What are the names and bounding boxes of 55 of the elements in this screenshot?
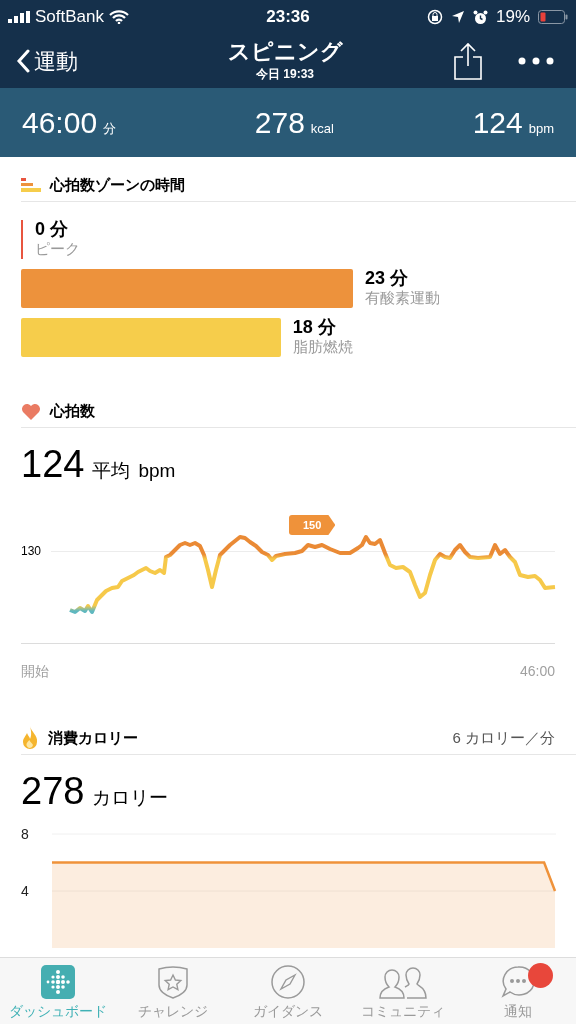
compass-icon	[271, 965, 305, 999]
tab-item[interactable]: ダッシュボード	[0, 958, 116, 1024]
screen-subtitle: 今日 19:33	[256, 66, 314, 83]
zone-name: 有酸素運動	[365, 288, 440, 307]
stat-value: 46:00	[22, 105, 98, 141]
calorie-rate: 6 カロリー／分	[452, 727, 555, 748]
axis-tick-label: 130	[21, 543, 42, 560]
section-title: 心拍数	[50, 400, 95, 421]
stat-unit: bpm	[528, 120, 554, 138]
stat-value: 278	[254, 105, 305, 141]
shield-star-icon	[155, 965, 190, 999]
average-label: 平均	[92, 459, 131, 483]
signal-icon	[8, 11, 30, 23]
back-chevron-icon	[16, 49, 30, 73]
zone-minutes: 18 分	[292, 318, 337, 337]
zone-name: 脂肪燃焼	[292, 337, 353, 356]
battery-percent: 19%	[496, 6, 530, 29]
people-icon	[378, 965, 429, 999]
axis-tick-label: 4	[21, 883, 29, 899]
zone-name: ピーク	[35, 239, 80, 258]
total-calories: 278	[21, 769, 85, 814]
section-title: 心拍数ゾーンの時間	[50, 174, 185, 195]
more-icon[interactable]	[518, 57, 554, 65]
unit-label: カロリー	[92, 786, 169, 810]
heart-icon	[21, 402, 41, 420]
screen-title: スピニング	[227, 39, 343, 65]
axis-end-label: 46:00	[519, 662, 555, 681]
alarm-icon	[473, 9, 488, 25]
stat-unit: kcal	[310, 120, 334, 138]
dashboard-icon	[40, 965, 75, 999]
stat-unit: 分	[103, 120, 117, 138]
back-button[interactable]: 運動	[16, 44, 78, 78]
axis-tick-label: 8	[21, 826, 29, 842]
peak-value-badge: 150	[289, 515, 336, 535]
share-icon[interactable]	[454, 42, 482, 80]
tab-item[interactable]: 通知	[460, 958, 576, 1024]
location-icon	[451, 10, 465, 24]
unit-label: bpm	[138, 459, 176, 483]
wifi-icon	[109, 10, 129, 24]
chat-bubble-icon	[501, 965, 536, 999]
tab-item[interactable]: チャレンジ	[115, 958, 231, 1024]
zone-minutes: 23 分	[365, 269, 410, 288]
flame-icon	[21, 726, 39, 750]
stat-value: 124	[472, 105, 523, 141]
zone-minutes: 0 分	[35, 220, 69, 239]
axis-start-label: 開始	[21, 662, 49, 681]
average-heart-rate: 124	[21, 442, 85, 487]
zones-icon	[21, 178, 41, 192]
battery-icon	[538, 10, 568, 24]
rotation-lock-icon	[427, 9, 443, 25]
carrier-name: SoftBank	[35, 6, 104, 29]
tab-item[interactable]: コミュニティ	[345, 958, 461, 1024]
section-title: 消費カロリー	[48, 727, 138, 748]
tab-item[interactable]: ガイダンス	[230, 958, 346, 1024]
clock-time: 23:36	[266, 6, 310, 29]
